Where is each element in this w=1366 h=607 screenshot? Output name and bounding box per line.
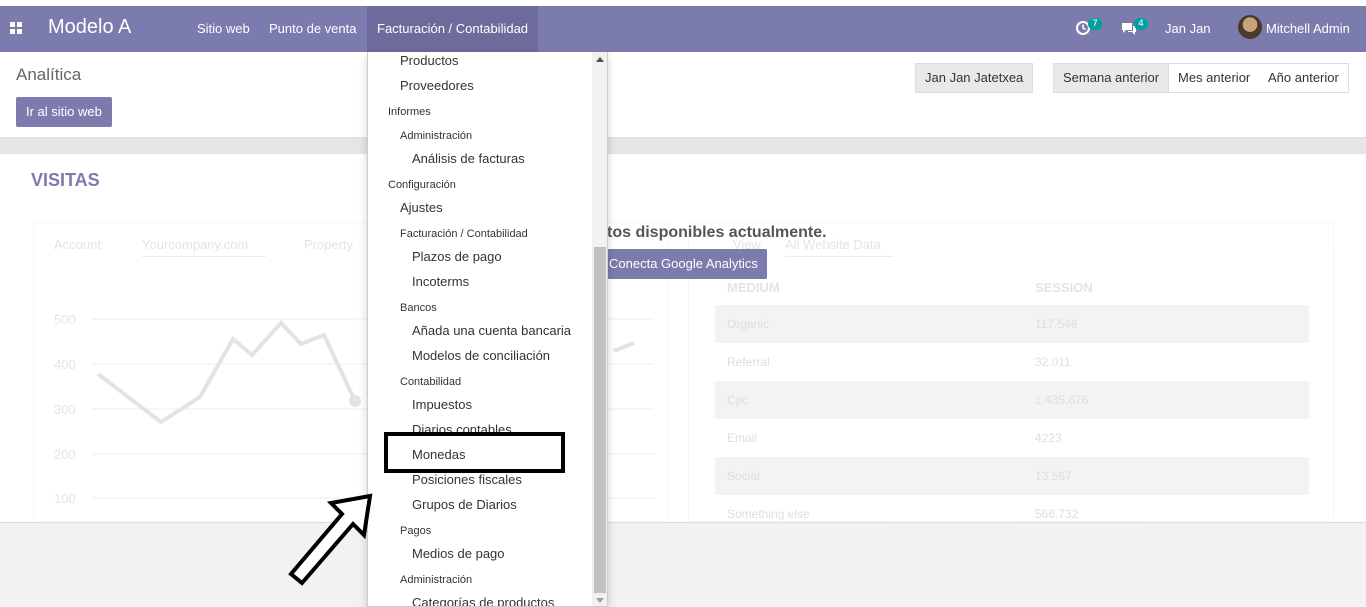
dropdown-scrollbar[interactable] — [592, 52, 607, 606]
menu-item-anada-una-cuenta-bancaria[interactable]: Añada una cuenta bancaria — [412, 320, 571, 342]
menu-item-analisis-de-facturas[interactable]: Análisis de facturas — [412, 148, 525, 170]
scrollbar-thumb[interactable] — [594, 247, 606, 593]
period-last-year-button[interactable]: Año anterior — [1259, 63, 1349, 93]
table-row: Social 13.567 — [715, 457, 1309, 495]
control-panel: Analítica Ir al sitio web Jan Jan Jatetx… — [0, 52, 1366, 138]
menu-item-productos[interactable]: Productos — [400, 52, 459, 72]
scroll-up-arrow-icon[interactable] — [596, 57, 604, 62]
menu-section-informes: Informes — [388, 106, 431, 118]
table-row: Email 4223 — [727, 431, 1062, 445]
no-data-message: tos disponibles actualmente. — [607, 224, 827, 241]
apps-menu-icon[interactable] — [10, 22, 22, 34]
period-last-week-button[interactable]: Semana anterior — [1053, 63, 1170, 93]
activity-count-badge: 7 — [1088, 18, 1102, 30]
scroll-down-arrow-icon[interactable] — [596, 598, 604, 603]
menu-section-bancos: Bancos — [400, 302, 437, 314]
pointer-arrow-icon — [288, 493, 373, 586]
nav-punto-de-venta[interactable]: Punto de venta — [269, 21, 356, 36]
user-avatar[interactable] — [1238, 15, 1262, 39]
menu-section-administracion: Administración — [400, 130, 473, 142]
menu-item-ajustes[interactable]: Ajustes — [400, 197, 443, 219]
company-switcher[interactable]: Jan Jan — [1165, 21, 1211, 36]
visits-section-title: VISITAS — [31, 170, 100, 190]
page-footer-area — [0, 522, 1366, 607]
menu-section-configuracion: Configuración — [388, 179, 456, 191]
table-row: Organic 117.546 — [715, 305, 1309, 343]
nav-facturacion-contabilidad[interactable]: Facturación / Contabilidad — [367, 6, 539, 52]
highlight-box-monedas — [384, 432, 565, 473]
menu-section-administracion: Administración — [400, 574, 473, 586]
faded-medium-table-card: View All Website Data MEDIUM SESSION Org… — [688, 222, 1334, 522]
menu-item-medios-de-pago[interactable]: Medios de pago — [412, 543, 505, 565]
website-selector-button[interactable]: Jan Jan Jatetxea — [915, 63, 1034, 93]
divider-strip — [0, 138, 1366, 154]
table-row: Referral 32.011 — [727, 355, 1071, 369]
menu-item-modelos-de-conciliacion[interactable]: Modelos de conciliación — [412, 345, 550, 367]
user-menu[interactable]: Mitchell Admin — [1266, 21, 1350, 36]
menu-item-plazos-de-pago[interactable]: Plazos de pago — [412, 246, 502, 268]
menu-item-categorias-de-productos[interactable]: Categorías de productos — [412, 592, 554, 606]
menu-section-pagos: Pagos — [400, 525, 432, 537]
menu-item-grupos-de-diarios[interactable]: Grupos de Diarios — [412, 494, 517, 516]
menu-item-proveedores[interactable]: Proveedores — [400, 75, 474, 97]
top-navbar: Modelo A Sitio web Punto de venta Factur… — [0, 6, 1366, 52]
period-last-month-button[interactable]: Mes anterior — [1168, 63, 1261, 93]
go-to-website-button[interactable]: Ir al sitio web — [16, 97, 112, 127]
messages-count-badge: 4 — [1134, 18, 1148, 30]
connect-google-analytics-button[interactable]: Conecta Google Analytics — [602, 249, 767, 279]
session-header: SESSION — [1035, 280, 1093, 295]
table-row: Cpc 1.435.676 — [715, 381, 1309, 419]
nav-sitio-web[interactable]: Sitio web — [197, 21, 250, 36]
app-brand-title: Modelo A — [48, 16, 132, 38]
menu-section-facturacion-contabilidad: Facturación / Contabilidad — [400, 228, 528, 240]
menu-section-contabilidad: Contabilidad — [400, 376, 462, 388]
menu-item-impuestos[interactable]: Impuestos — [412, 394, 472, 416]
accounting-dropdown-menu: Productos Proveedores Informes Administraci… — [367, 52, 608, 607]
medium-header: MEDIUM — [727, 280, 780, 295]
menu-item-incoterms[interactable]: Incoterms — [412, 271, 469, 293]
breadcrumb: Analítica — [16, 65, 82, 84]
